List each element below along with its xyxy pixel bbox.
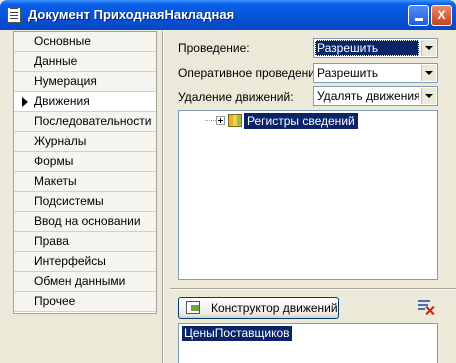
document-icon [7, 7, 21, 23]
nav-item-label: Обмен данными [34, 274, 126, 288]
minimize-button[interactable] [408, 5, 429, 26]
realtime-posting-select-value: Разрешить [317, 66, 379, 80]
minimize-icon [414, 18, 423, 21]
registers-text-field[interactable]: ЦеныПоставщиков [178, 323, 438, 363]
nav-item-sequences[interactable]: Последовательности [14, 112, 156, 132]
posting-label: Проведение: [178, 41, 250, 55]
nav-item-label: Движения [34, 94, 90, 108]
chevron-down-icon[interactable] [421, 65, 436, 81]
movements-constructor-label: Конструктор движений [211, 301, 338, 315]
nav-item-label: Макеты [34, 174, 77, 188]
window-title: Документ ПриходнаяНакладная [28, 7, 235, 22]
nav-item-forms[interactable]: Формы [14, 152, 156, 172]
delete-movements-select[interactable]: Удалять движения а [313, 86, 438, 106]
selected-arrow-icon [22, 97, 28, 107]
nav-item-label: Формы [34, 154, 74, 168]
close-button[interactable]: X [431, 5, 452, 26]
movements-constructor-button[interactable]: Конструктор движений [178, 297, 339, 319]
nav-item-label: Последовательности [34, 114, 152, 128]
nav-item-label: Журналы [34, 134, 87, 148]
tree-node-info-registers[interactable]: Регистры сведений [244, 113, 358, 129]
nav-item-label: Данные [34, 54, 78, 68]
nav-item-subsystems[interactable]: Подсистемы [14, 192, 156, 212]
posting-select-value: Разрешить [315, 40, 419, 56]
sections-list: Основные Данные Нумерация Движения После… [13, 31, 157, 314]
nav-item-input-based-on[interactable]: Ввод на основании [14, 212, 156, 232]
expand-plus-icon[interactable] [216, 116, 225, 125]
nav-item-label: Прочее [34, 294, 76, 308]
title-bar[interactable]: Документ ПриходнаяНакладная X [0, 0, 456, 30]
realtime-posting-label: Оперативное проведение: [178, 66, 325, 80]
nav-item-basic[interactable]: Основные [14, 32, 156, 52]
panel-divider[interactable] [162, 31, 164, 363]
posting-select[interactable]: Разрешить [313, 38, 438, 58]
constructor-icon [186, 301, 200, 314]
nav-item-numbering[interactable]: Нумерация [14, 72, 156, 92]
nav-item-label: Права [34, 234, 69, 248]
registers-tree[interactable]: Регистры сведений [178, 110, 438, 280]
nav-item-label: Нумерация [34, 74, 97, 88]
nav-item-interfaces[interactable]: Интерфейсы [14, 252, 156, 272]
nav-item-rights[interactable]: Права [14, 232, 156, 252]
nav-item-journals[interactable]: Журналы [14, 132, 156, 152]
horizontal-separator [170, 288, 456, 290]
chevron-down-icon[interactable] [421, 40, 436, 56]
nav-item-label: Ввод на основании [34, 214, 141, 228]
nav-item-movements[interactable]: Движения [14, 92, 156, 112]
chevron-down-icon[interactable] [421, 88, 436, 104]
nav-item-templates[interactable]: Макеты [14, 172, 156, 192]
clear-list-icon[interactable] [418, 299, 434, 315]
registers-text-selection: ЦеныПоставщиков [182, 326, 292, 341]
nav-item-other[interactable]: Прочее [14, 292, 156, 312]
delete-movements-select-value: Удалять движения а [317, 89, 419, 103]
delete-movements-label: Удаление движений: [178, 90, 294, 104]
nav-item-label: Подсистемы [34, 194, 104, 208]
tree-connector [205, 120, 216, 121]
nav-item-label: Интерфейсы [34, 254, 106, 268]
nav-item-label: Основные [34, 34, 91, 48]
info-register-icon [228, 114, 242, 127]
document-window: Документ ПриходнаяНакладная X Основные Д… [0, 0, 456, 363]
nav-item-data[interactable]: Данные [14, 52, 156, 72]
realtime-posting-select[interactable]: Разрешить [313, 63, 438, 83]
nav-item-data-exchange[interactable]: Обмен данными [14, 272, 156, 292]
